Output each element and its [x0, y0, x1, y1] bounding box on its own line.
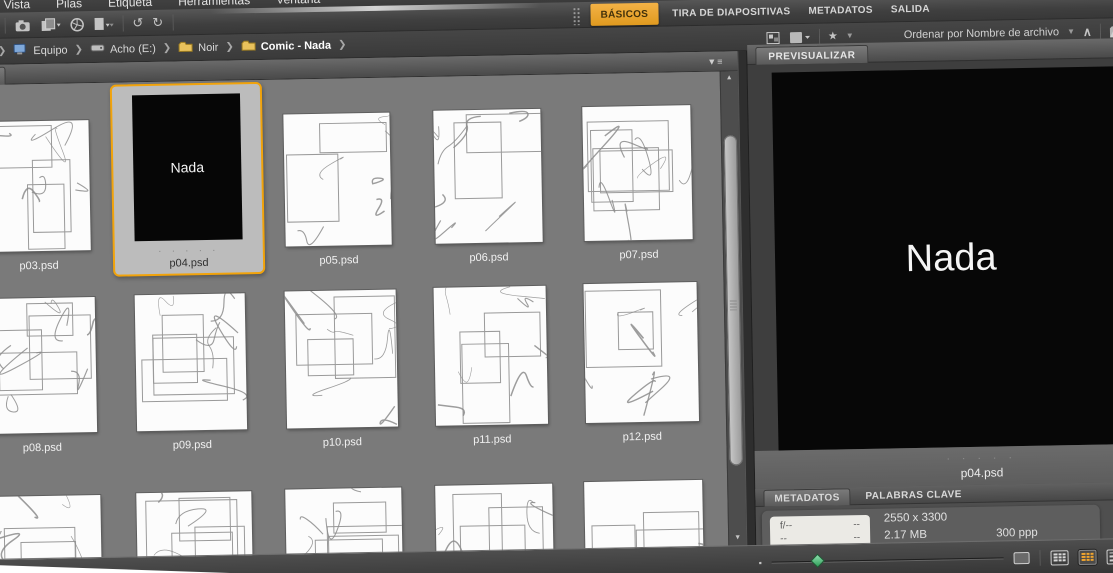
- toolbar-separator: [818, 28, 821, 45]
- thumbnail-size-slider[interactable]: [771, 553, 1004, 567]
- file-p04[interactable]: Nada · · · · · p04.psd: [109, 81, 266, 277]
- workspace-tab-básicos[interactable]: BÁSICOS: [590, 2, 659, 26]
- slider-thumb[interactable]: [812, 555, 824, 567]
- workspace-grip-icon[interactable]: [572, 7, 581, 26]
- metadata-tab-metadatos[interactable]: METADATOS: [763, 488, 851, 507]
- camera-raw-icon[interactable]: [69, 17, 84, 32]
- file-p03[interactable]: p03.psd: [0, 93, 109, 274]
- file-label: p06.psd: [469, 251, 509, 265]
- file-p09[interactable]: p09.psd: [119, 272, 262, 453]
- thumbnail-image[interactable]: [432, 108, 543, 244]
- computer-icon: [13, 43, 28, 58]
- file-p07[interactable]: p07.psd: [566, 82, 709, 263]
- bridge-window: EditarVistaPilasEtiquetaHerramientasVent…: [0, 0, 1113, 573]
- folder-open-icon[interactable]: [1109, 24, 1113, 38]
- workspace-tab-metadatos[interactable]: METADATOS: [804, 0, 877, 21]
- breadcrumb-separator: ❯: [225, 41, 234, 53]
- breadcrumb-separator: ❯: [74, 44, 84, 56]
- breadcrumb-item[interactable]: Acho (E:): [90, 42, 156, 56]
- thumbnail-grid: p03.psd Nada · · · · · p04.psd p05.psd p06.ps…: [0, 71, 730, 573]
- toolbar-separator: [4, 17, 6, 34]
- file-label: p05.psd: [319, 254, 359, 267]
- status-controls: ▪: [758, 547, 1113, 572]
- file-p12[interactable]: p12.psd: [569, 264, 712, 445]
- preview-cover-text: Nada: [905, 236, 997, 280]
- menu-item[interactable]: Ventana: [276, 0, 320, 7]
- file-label: p10.psd: [322, 436, 363, 449]
- toolbar-separator: [122, 15, 124, 32]
- content-panel: CONTENIDO ▼≡ p03.psdNada· · · · ·p04.psd…: [0, 51, 748, 573]
- menu-item[interactable]: Herramientas: [178, 0, 250, 8]
- toolbar: ◄ ▼ ↺ ↻: [0, 13, 174, 37]
- file-label: p03.psd: [19, 259, 59, 273]
- drive-icon: [90, 43, 105, 56]
- thumbnail-image[interactable]: [582, 282, 699, 424]
- file-label: p08.psd: [22, 441, 63, 455]
- file-label: p11.psd: [473, 433, 512, 447]
- scroll-up-icon[interactable]: ▲: [721, 74, 738, 81]
- preview-image[interactable]: Nada: [771, 66, 1113, 451]
- breadcrumb-separator: ❯: [337, 39, 347, 51]
- scroll-down-icon[interactable]: ▼: [729, 534, 746, 541]
- selected-thumbnail[interactable]: Nada: [131, 93, 243, 242]
- scrollbar-grip: [729, 300, 738, 311]
- slider-track: [771, 557, 1004, 563]
- tab-previsualizar[interactable]: PREVISUALIZAR: [755, 44, 869, 65]
- larger-thumbs-icon[interactable]: [1013, 551, 1030, 565]
- thumbnail-image[interactable]: [284, 289, 398, 429]
- preview-quality-icon[interactable]: [789, 30, 811, 43]
- file-p06[interactable]: p06.psd: [416, 85, 559, 266]
- breadcrumb-item[interactable]: Noir: [178, 40, 219, 56]
- thumbnail-image[interactable]: [0, 297, 97, 435]
- breadcrumb-separator: ❯: [162, 42, 172, 54]
- thumbnail-image[interactable]: [433, 285, 549, 426]
- grid-view-icon[interactable]: [1050, 549, 1069, 566]
- file-label: p07.psd: [619, 248, 659, 262]
- workspace-tab-tira-de-diapositivas[interactable]: TIRA DE DIAPOSITIVAS: [668, 0, 795, 23]
- file-unlabeled[interactable]: [0, 457, 116, 573]
- meta-dimensions: 2550 x 3300: [883, 511, 948, 525]
- rotate-cw-icon[interactable]: ↻: [152, 14, 163, 32]
- file-p10[interactable]: p10.psd: [269, 269, 412, 450]
- file-p11[interactable]: p11.psd: [419, 267, 562, 448]
- menu-item[interactable]: Etiqueta: [108, 0, 152, 10]
- workspace-tab-salida[interactable]: SALIDA: [887, 0, 934, 19]
- panel-menu-icon[interactable]: ▼≡: [707, 56, 723, 66]
- screenshot-stage: EditarVistaPilasEtiquetaHerramientasVent…: [0, 0, 1113, 573]
- toolbar-separator: [1039, 549, 1041, 566]
- file-p08[interactable]: p08.psd: [0, 275, 113, 456]
- smaller-thumbs-icon[interactable]: ▪: [758, 554, 762, 572]
- breadcrumb: Escritorio❯Equipo❯Acho (E:)❯Noir❯Comic -…: [0, 37, 347, 59]
- breadcrumb-separator: ❯: [0, 45, 7, 57]
- file-label: p12.psd: [622, 430, 662, 444]
- rotate-ccw-icon[interactable]: ↺: [132, 14, 143, 32]
- toolbar-separator: [1099, 23, 1101, 40]
- breadcrumb-item[interactable]: Equipo: [13, 42, 68, 58]
- menu-item[interactable]: Pilas: [56, 0, 82, 11]
- thumbnail-quality-icon[interactable]: [766, 31, 781, 44]
- thumbnail-image[interactable]: [134, 293, 248, 432]
- folder-icon: [178, 40, 193, 55]
- thumbnail-view-icon[interactable]: [1078, 549, 1097, 565]
- thumbnail-image[interactable]: [0, 120, 91, 253]
- rating-dots[interactable]: · · · · ·: [158, 245, 219, 256]
- thumbnail-image[interactable]: [283, 112, 392, 247]
- details-view-icon[interactable]: [1106, 548, 1113, 565]
- metadata-tab-palabras-clave[interactable]: PALABRAS CLAVE: [855, 486, 972, 505]
- copy-pages-icon[interactable]: [40, 18, 61, 32]
- camera-import-icon[interactable]: [14, 19, 31, 32]
- file-label: p09.psd: [172, 438, 213, 452]
- menu-item[interactable]: Vista: [4, 0, 31, 12]
- cover-text: Nada: [170, 159, 205, 176]
- breadcrumb-item[interactable]: Comic - Nada: [241, 38, 332, 55]
- folder-icon: [241, 39, 256, 54]
- preview-panel: PREVISUALIZAR Nada · · · · · p04.psd MET…: [747, 36, 1113, 573]
- toolbar-separator: [172, 14, 174, 31]
- meta-resolution: 300 ppp: [996, 526, 1038, 540]
- file-p05[interactable]: p05.psd: [266, 87, 409, 268]
- file-label: p04.psd: [169, 256, 209, 270]
- open-file-icon[interactable]: [93, 17, 114, 31]
- thumbnail-image[interactable]: [582, 105, 693, 242]
